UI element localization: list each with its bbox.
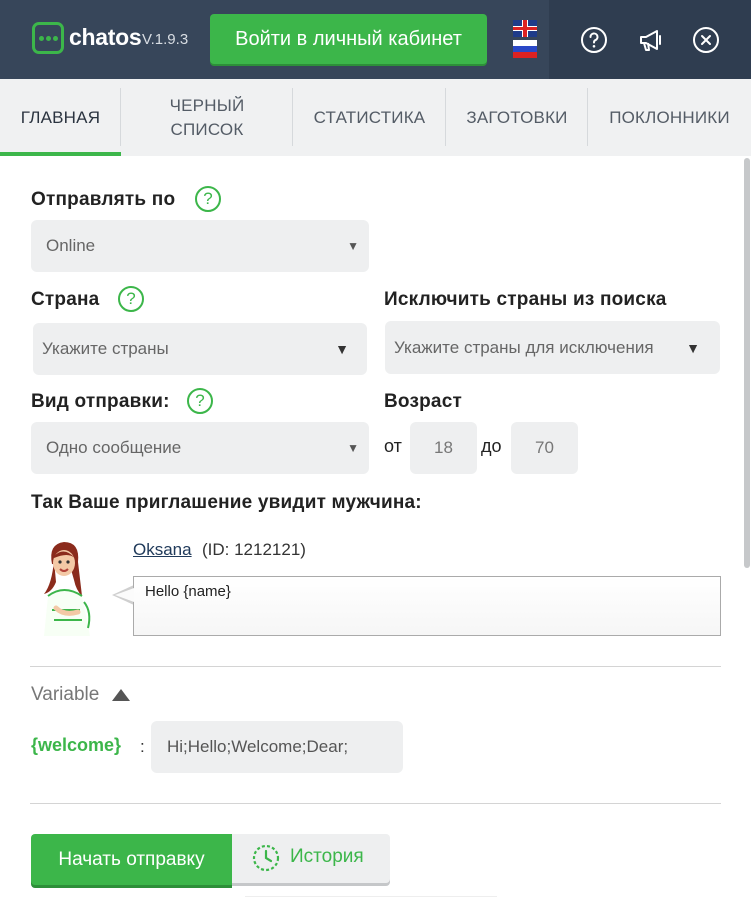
variable-key: {welcome} bbox=[31, 735, 122, 755]
megaphone-icon[interactable] bbox=[637, 26, 665, 54]
collapse-triangle-icon[interactable] bbox=[112, 689, 130, 701]
close-circle-icon[interactable] bbox=[692, 26, 720, 54]
tab-statistics[interactable]: СТАТИСТИКА bbox=[293, 79, 446, 156]
age-to-label: до bbox=[481, 436, 502, 456]
app-version: V.1.9.3 bbox=[142, 31, 189, 48]
brand-name: chatos bbox=[69, 24, 142, 50]
dropdown-arrow-icon: ▼ bbox=[347, 239, 359, 253]
login-cabinet-button[interactable]: Войти в личный кабинет bbox=[210, 14, 487, 64]
history-clock-icon bbox=[252, 844, 280, 872]
send-by-label: Отправлять по bbox=[31, 189, 176, 210]
variable-value-input[interactable]: Hi;Hello;Welcome;Dear; bbox=[151, 721, 403, 773]
country-help-icon[interactable]: ? bbox=[118, 286, 144, 312]
start-sending-button[interactable]: Начать отправку bbox=[31, 834, 232, 885]
english-flag-icon[interactable] bbox=[513, 20, 537, 37]
country-label: Страна bbox=[31, 289, 100, 310]
footer-edge bbox=[245, 896, 497, 902]
chatos-logo-icon bbox=[32, 22, 64, 54]
message-preview-bubble: Hello {name} bbox=[133, 576, 721, 636]
profile-name-link[interactable]: Oksana bbox=[133, 540, 192, 560]
send-type-value: Одно сообщение bbox=[46, 438, 182, 457]
age-to-input[interactable]: 70 bbox=[511, 422, 578, 474]
dropdown-arrow-icon: ▼ bbox=[335, 341, 349, 357]
exclude-countries-select[interactable]: Укажите страны для исключения ▼ bbox=[385, 321, 720, 374]
dropdown-arrow-icon: ▼ bbox=[347, 441, 359, 455]
send-type-label: Вид отправки: bbox=[31, 391, 170, 412]
preview-title: Так Ваше приглашение увидит мужчина: bbox=[31, 492, 422, 513]
history-button[interactable]: История bbox=[232, 834, 390, 883]
exclude-countries-label: Исключить страны из поиска bbox=[384, 289, 667, 310]
exclude-countries-placeholder: Укажите страны для исключения bbox=[394, 337, 654, 357]
scrollbar-thumb[interactable] bbox=[744, 158, 750, 568]
variable-separator: : bbox=[140, 737, 145, 756]
send-by-help-icon[interactable]: ? bbox=[195, 186, 221, 212]
country-placeholder: Укажите страны bbox=[42, 339, 169, 358]
dropdown-arrow-icon: ▼ bbox=[686, 339, 700, 356]
send-type-select[interactable]: Одно сообщение ▼ bbox=[31, 422, 369, 474]
tab-blacklist[interactable]: ЧЕРНЫЙ СПИСОК bbox=[121, 79, 293, 156]
main-tabs: ГЛАВНАЯ ЧЕРНЫЙ СПИСОК СТАТИСТИКА ЗАГОТОВ… bbox=[0, 79, 751, 156]
send-by-value: Online bbox=[46, 236, 96, 255]
send-type-help-icon[interactable]: ? bbox=[187, 388, 213, 414]
variable-section-toggle[interactable]: Variable bbox=[31, 684, 99, 706]
tab-main[interactable]: ГЛАВНАЯ bbox=[0, 79, 121, 156]
profile-id: (ID: 1212121) bbox=[202, 540, 306, 559]
send-by-select[interactable]: Online ▼ bbox=[31, 220, 369, 272]
section-divider bbox=[30, 803, 721, 804]
profile-avatar bbox=[30, 536, 104, 636]
russian-flag-icon[interactable] bbox=[513, 40, 537, 58]
app-header: chatos V.1.9.3 Войти в личный кабинет bbox=[0, 0, 751, 79]
header-actions bbox=[549, 0, 751, 79]
age-from-label: от bbox=[384, 436, 402, 456]
age-from-input[interactable]: 18 bbox=[410, 422, 477, 474]
section-divider bbox=[30, 666, 721, 667]
language-switcher bbox=[513, 20, 537, 58]
tab-admirers[interactable]: ПОКЛОННИКИ bbox=[588, 79, 751, 156]
tab-templates[interactable]: ЗАГОТОВКИ bbox=[446, 79, 588, 156]
age-label: Возраст bbox=[384, 391, 462, 412]
history-label: История bbox=[290, 846, 364, 867]
help-circle-icon[interactable] bbox=[580, 26, 608, 54]
country-select[interactable]: Укажите страны ▼ bbox=[33, 323, 367, 375]
bubble-tail-inner bbox=[115, 588, 134, 602]
